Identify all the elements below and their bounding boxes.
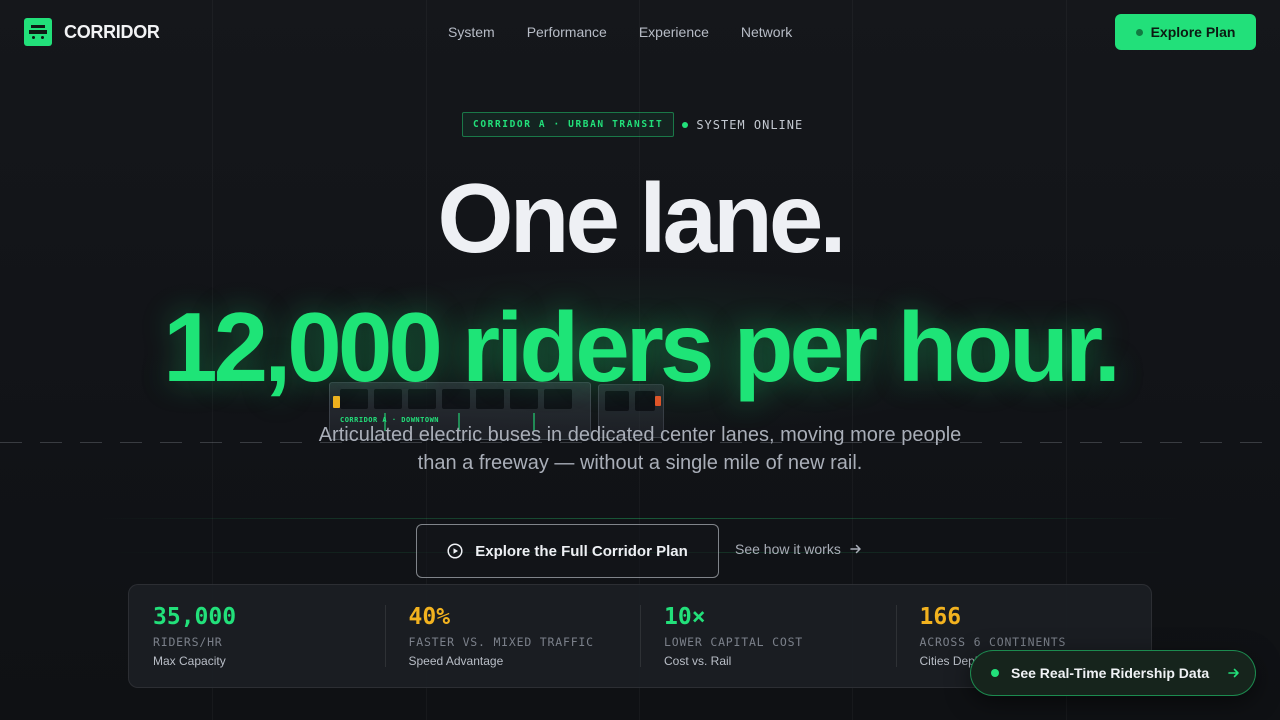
- see-how-it-works-label: See how it works: [735, 541, 841, 557]
- stat-label: ACROSS 6 CONTINENTS: [919, 635, 1067, 649]
- road-edge-line: [100, 518, 1180, 519]
- brand-name: CORRIDOR: [64, 21, 160, 42]
- stat-speed: 40% FASTER VS. MIXED TRAFFIC Speed Advan…: [384, 585, 641, 687]
- play-circle-icon: [447, 543, 463, 559]
- nav-item-experience[interactable]: Experience: [639, 22, 709, 42]
- stat-cost: 10× LOWER CAPITAL COST Cost vs. Rail: [640, 585, 896, 687]
- explore-plan-button[interactable]: Explore Plan: [1115, 14, 1256, 50]
- stat-label: FASTER VS. MIXED TRAFFIC: [408, 635, 594, 649]
- bus-logo-icon: [24, 18, 52, 46]
- nav-item-system[interactable]: System: [448, 22, 495, 42]
- stat-description: Max Capacity: [153, 654, 226, 668]
- stat-value: 40%: [408, 604, 451, 630]
- brand-logo[interactable]: CORRIDOR: [24, 18, 160, 46]
- nav-item-performance[interactable]: Performance: [527, 22, 607, 42]
- stat-value: 10×: [664, 604, 706, 630]
- headline-primary: One lane.: [437, 163, 846, 273]
- stat-label: LOWER CAPITAL COST: [664, 635, 804, 649]
- main-nav: System Performance Experience Network: [448, 22, 792, 42]
- headline-accent: 12,000 riders per hour.: [163, 292, 1121, 402]
- realtime-ridership-label: See Real-Time Ridership Data: [1011, 665, 1210, 681]
- hero-subtitle: Articulated electric buses in dedicated …: [318, 424, 962, 474]
- see-how-it-works-link[interactable]: See how it works: [735, 541, 863, 557]
- explore-plan-label: Explore Plan: [1150, 24, 1236, 40]
- stat-label: RIDERS/HR: [153, 635, 223, 649]
- stat-capacity: 35,000 RIDERS/HR Max Capacity: [129, 585, 385, 687]
- system-status: SYSTEM ONLINE: [696, 117, 804, 132]
- nav-item-network[interactable]: Network: [741, 22, 792, 42]
- live-dot-icon: [991, 669, 999, 677]
- explore-corridor-plan-label: Explore the Full Corridor Plan: [475, 542, 688, 560]
- arrow-right-icon: [1228, 668, 1239, 678]
- hero-badge-row: CORRIDOR A · URBAN TRANSIT SYSTEM ONLINE: [462, 112, 803, 137]
- realtime-ridership-button[interactable]: See Real-Time Ridership Data: [970, 650, 1256, 696]
- arrow-right-icon: [850, 544, 861, 554]
- online-dot-icon: [682, 121, 689, 128]
- corridor-badge: CORRIDOR A · URBAN TRANSIT: [462, 112, 675, 137]
- stat-value: 35,000: [153, 604, 237, 630]
- explore-corridor-plan-button[interactable]: Explore the Full Corridor Plan: [416, 524, 719, 578]
- stat-description: Cost vs. Rail: [664, 654, 732, 668]
- status-dot-icon: [1135, 28, 1143, 36]
- stat-value: 166: [919, 604, 962, 630]
- stat-description: Speed Advantage: [408, 654, 504, 668]
